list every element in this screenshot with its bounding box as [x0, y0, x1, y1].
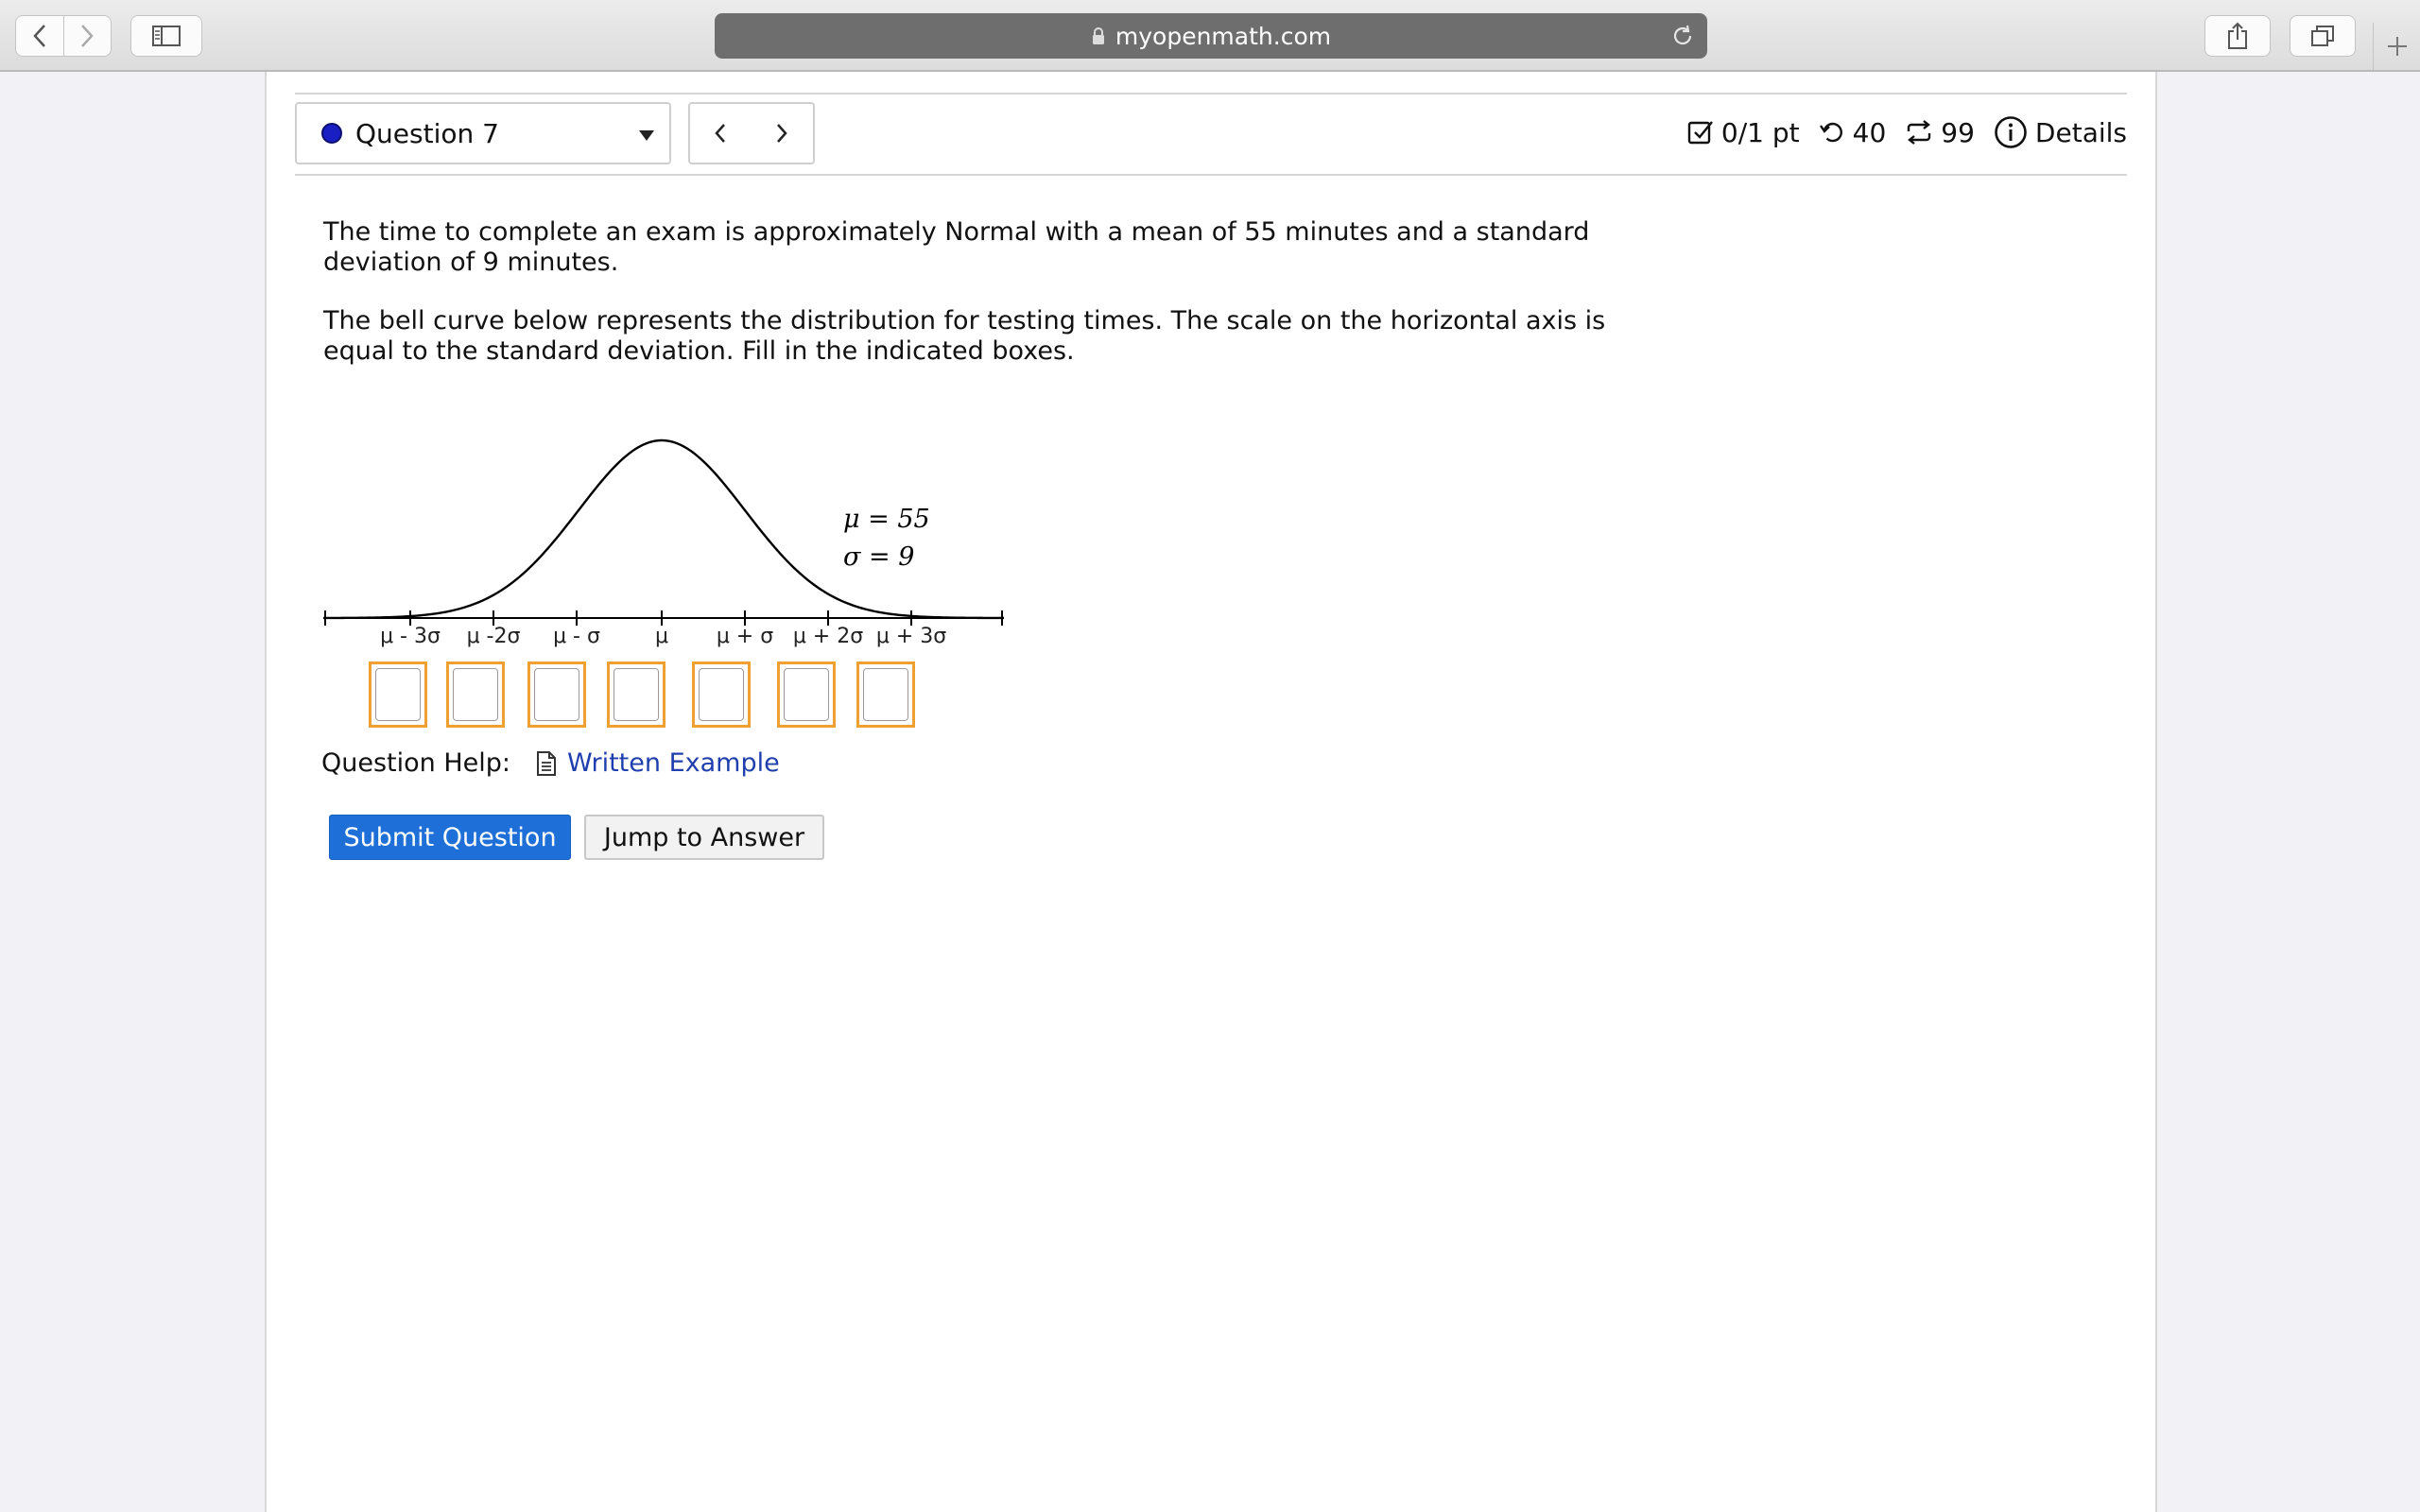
answer-box	[777, 662, 836, 728]
attempts-text: 99	[1941, 116, 1975, 148]
details-button[interactable]: Details	[1994, 115, 2127, 149]
question-status-bar: 0/1 pt 40 99 Details	[1674, 115, 2127, 149]
question-label: Question 7	[355, 117, 499, 149]
bell-curve-graph: μ - 3σ μ -2σ μ - σ μ μ + σ μ + 2σ μ + 3σ μ = 5…	[323, 438, 1005, 648]
written-example-link[interactable]: Written Example	[567, 748, 780, 778]
share-button[interactable]	[2204, 15, 2271, 57]
chevron-left-icon	[33, 25, 45, 47]
answer-input[interactable]	[614, 668, 659, 721]
reload-icon[interactable]	[1669, 23, 1696, 55]
previous-question-button[interactable]	[688, 102, 752, 164]
repeat-icon	[1908, 120, 1931, 145]
sigma-label: σ = 9	[843, 542, 914, 572]
answer-box	[369, 662, 427, 728]
info-icon	[1995, 116, 2027, 148]
score-group: 0/1 pt	[1687, 117, 1800, 148]
divider	[295, 174, 2127, 176]
back-button[interactable]	[16, 16, 63, 56]
answer-input[interactable]	[699, 668, 744, 721]
attempts-group: 99	[1905, 117, 1975, 148]
chevron-right-icon	[81, 25, 94, 47]
next-question-button[interactable]	[751, 102, 815, 164]
details-label: Details	[2034, 116, 2127, 148]
answer-input[interactable]	[863, 668, 908, 721]
sidebar-icon	[152, 26, 181, 46]
question-selector[interactable]: Question 7	[295, 102, 671, 164]
question-page: Question 7 0/1 pt 40 99 Details The time…	[265, 72, 2157, 1512]
tick-label: μ - 3σ	[380, 625, 441, 648]
answer-input[interactable]	[453, 668, 498, 721]
question-help-label: Question Help:	[321, 748, 510, 778]
tabs-icon	[2311, 26, 2334, 46]
tick-label: μ + 2σ	[793, 625, 863, 648]
tick-label: μ - σ	[553, 625, 600, 648]
mu-label: μ = 55	[843, 505, 930, 534]
tick-label: μ + 3σ	[876, 625, 946, 648]
plus-icon	[2388, 37, 2407, 56]
answer-input[interactable]	[784, 668, 829, 721]
history-nav	[15, 15, 112, 57]
answer-box	[446, 662, 505, 728]
url-text: myopenmath.com	[1115, 22, 1332, 50]
checkbox-icon	[1687, 121, 1713, 145]
score-text: 0/1 pt	[1720, 116, 1800, 148]
address-bar[interactable]: myopenmath.com	[715, 13, 1707, 59]
answer-input[interactable]	[375, 668, 421, 721]
question-paragraph-1: The time to complete an exam is approxim…	[323, 217, 1590, 277]
jump-to-answer-button[interactable]: Jump to Answer	[584, 815, 824, 860]
answer-input[interactable]	[534, 668, 579, 721]
answer-box	[692, 662, 751, 728]
answer-box	[527, 662, 586, 728]
tick-label: μ -2σ	[467, 625, 521, 648]
retries-group: 40	[1819, 116, 1887, 148]
chevron-right-icon	[777, 124, 787, 143]
tabs-overview-button[interactable]	[2290, 15, 2356, 57]
dropdown-arrow-icon	[639, 130, 654, 141]
submit-question-button[interactable]: Submit Question	[329, 815, 571, 860]
new-tab-button[interactable]	[2373, 23, 2420, 70]
divider	[295, 93, 2127, 94]
tick-label: μ	[655, 625, 668, 648]
answer-box	[607, 662, 666, 728]
share-icon	[2228, 22, 2247, 49]
forward-button[interactable]	[62, 16, 112, 56]
tick-label: μ + σ	[717, 625, 773, 648]
document-icon	[535, 750, 558, 777]
chevron-left-icon	[715, 124, 725, 143]
question-paragraph-2: The bell curve below represents the dist…	[323, 306, 1606, 366]
sidebar-button[interactable]	[130, 15, 202, 57]
answer-box	[856, 662, 915, 728]
question-status-dot	[321, 123, 342, 144]
lock-icon	[1091, 26, 1106, 45]
retry-icon	[1819, 122, 1842, 143]
question-help: Question Help: Written Example	[321, 748, 780, 778]
browser-toolbar: myopenmath.com	[0, 0, 2420, 72]
retries-text: 40	[1852, 116, 1887, 148]
